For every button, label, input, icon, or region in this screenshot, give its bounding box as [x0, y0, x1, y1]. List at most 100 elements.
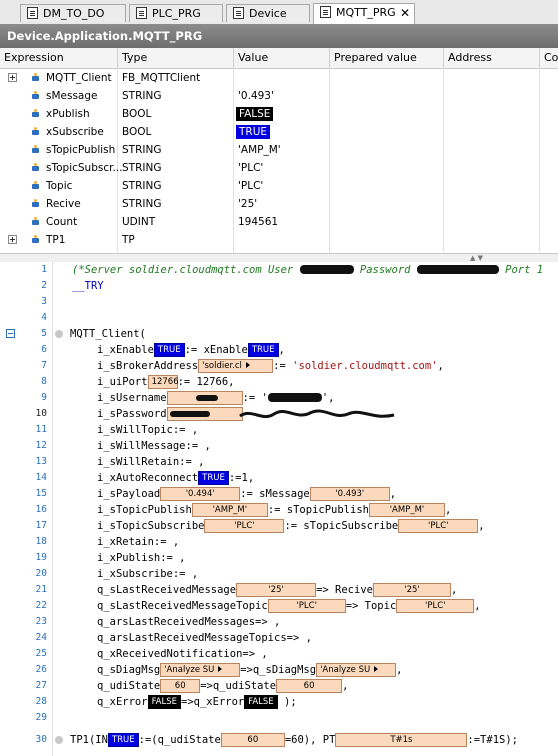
row-value: '0.493' — [238, 90, 274, 102]
code-line: i_xAutoReconnect TRUE:=1, — [97, 471, 255, 485]
variable-icon — [30, 144, 41, 155]
variable-icon — [30, 90, 41, 101]
line-number: 22 — [35, 600, 47, 611]
row-type: STRING — [122, 180, 162, 192]
tab-label: MQTT_PRG — [336, 6, 396, 19]
line-number: 21 — [35, 584, 47, 595]
inline-value-true: TRUE — [107, 733, 139, 747]
column-type[interactable]: Type — [118, 48, 234, 68]
column-expression[interactable]: Expression — [0, 48, 118, 68]
breakpoint-marker-icon[interactable] — [55, 330, 63, 338]
row-type: UDINT — [122, 216, 156, 228]
tab-device[interactable]: Device — [226, 4, 310, 22]
program-icon — [27, 7, 38, 19]
tab-plc-prg[interactable]: PLC_PRG — [129, 4, 223, 22]
code-line: i_sPayload '0.494':= sMessage '0.493', — [97, 487, 397, 501]
row-expression: sMessage — [46, 90, 98, 102]
line-number: 18 — [35, 536, 47, 547]
line-number: 24 — [35, 632, 47, 643]
column-value[interactable]: Value — [234, 48, 330, 68]
code-line: i_sUsername := ' ', — [97, 391, 335, 405]
tab-dm-to-do[interactable]: DM_TO_DO — [20, 4, 126, 22]
variable-icon — [30, 126, 41, 137]
table-row[interactable]: Count UDINT 194561 — [0, 213, 558, 231]
collapse-icon[interactable] — [6, 329, 15, 338]
line-number: 4 — [41, 312, 47, 323]
line-number: 1 — [41, 264, 47, 275]
tab-mqtt-prg[interactable]: MQTT_PRG ✕ — [313, 3, 415, 24]
inline-value-topic: 'PLC' — [267, 599, 346, 613]
line-number: 15 — [35, 488, 47, 499]
line-number: 26 — [35, 664, 47, 675]
table-row[interactable]: TP1 TP — [0, 231, 558, 249]
table-row[interactable]: Recive STRING '25' — [0, 195, 558, 213]
row-value: '25' — [238, 198, 258, 210]
variable-icon — [30, 234, 41, 245]
table-row[interactable]: sTopicPublish STRING 'AMP_M' — [0, 141, 558, 159]
expand-icon[interactable] — [8, 235, 17, 244]
inline-value-topic: 'PLC' — [396, 599, 475, 613]
table-row[interactable]: xPublish BOOL FALSE — [0, 105, 558, 123]
line-number: 19 — [35, 552, 47, 563]
row-value: 'AMP_M' — [238, 144, 281, 156]
code-line: i_xEnable TRUE:= xEnable TRUE, — [97, 343, 285, 357]
variable-icon — [30, 162, 41, 173]
row-value: 'PLC' — [238, 180, 264, 192]
line-number: 6 — [41, 344, 47, 355]
column-address[interactable]: Address — [444, 48, 540, 68]
line-number-current: 10 — [35, 408, 47, 419]
device-icon — [233, 7, 244, 19]
table-row[interactable]: MQTT_Client FB_MQTTClient — [0, 69, 558, 87]
breakpoint-marker-icon[interactable] — [55, 736, 63, 744]
line-number: 3 — [41, 296, 47, 307]
line-number: 16 — [35, 504, 47, 515]
code-line: q_sLastReceivedMessageTopic 'PLC' => Topic… — [97, 599, 481, 613]
line-number: 8 — [41, 376, 47, 387]
code-line: i_sTopicSubscribe 'PLC':= sTopicSubscribe… — [97, 519, 485, 533]
row-type: BOOL — [122, 108, 152, 120]
code-line: i_xPublish:= , — [97, 552, 186, 564]
row-type: STRING — [122, 198, 162, 210]
line-number: 9 — [41, 392, 47, 403]
row-expression: xPublish — [46, 108, 90, 120]
row-expression: MQTT_Client — [46, 72, 112, 84]
inline-value-topic-subscribe: 'PLC' — [204, 519, 285, 533]
code-line: i_sWillRetain:= , — [97, 456, 205, 468]
variable-icon — [30, 72, 41, 83]
program-icon — [136, 7, 147, 19]
table-row[interactable]: Topic STRING 'PLC' — [0, 177, 558, 195]
inline-value-diag-msg: 'Analyze SU — [316, 663, 397, 677]
inline-value-recive: '25' — [372, 583, 451, 597]
row-type: STRING — [122, 90, 162, 102]
code-line: q_udiState 60 =>q_udiState 60, — [97, 679, 349, 693]
table-row[interactable]: sMessage STRING '0.493' — [0, 87, 558, 105]
code-line: i_sPassword — [97, 406, 243, 422]
redacted-username — [299, 265, 354, 274]
inline-value-broker: 'soldier.cl — [198, 359, 274, 373]
line-number: 7 — [41, 360, 47, 371]
code-line: i_uiPort 12766:= 12766, — [97, 375, 235, 389]
bool-value-false: FALSE — [236, 107, 274, 121]
code-line: i_xRetain:= , — [97, 536, 180, 548]
row-type: STRING — [122, 162, 162, 174]
program-icon — [320, 6, 331, 18]
inline-value-recive: '25' — [236, 583, 317, 597]
expand-icon[interactable] — [8, 73, 17, 82]
column-comment[interactable]: Co — [540, 48, 558, 68]
line-number: 29 — [35, 712, 47, 723]
line-number: 25 — [35, 648, 47, 659]
close-icon[interactable]: ✕ — [400, 4, 410, 22]
inline-value-false: FALSE — [147, 695, 182, 709]
line-number: 14 — [35, 472, 47, 483]
pou-path-header: Device.Application.MQTT_PRG — [0, 24, 558, 48]
row-type: STRING — [122, 144, 162, 156]
code-line: MQTT_Client( — [70, 328, 146, 340]
table-row[interactable]: xSubscribe BOOL TRUE — [0, 123, 558, 141]
table-row[interactable]: sTopicSubscr... STRING 'PLC' — [0, 159, 558, 177]
code-line: q_xError FALSE =>q_xError FALSE ); — [97, 695, 297, 709]
st-code-editor[interactable]: 1 (*Server soldier.cloudmqtt.com User Pa… — [0, 262, 558, 756]
column-prepared-value[interactable]: Prepared value — [330, 48, 444, 68]
bool-value-true: TRUE — [236, 125, 271, 139]
row-expression: Topic — [46, 180, 73, 192]
row-type: BOOL — [122, 126, 152, 138]
